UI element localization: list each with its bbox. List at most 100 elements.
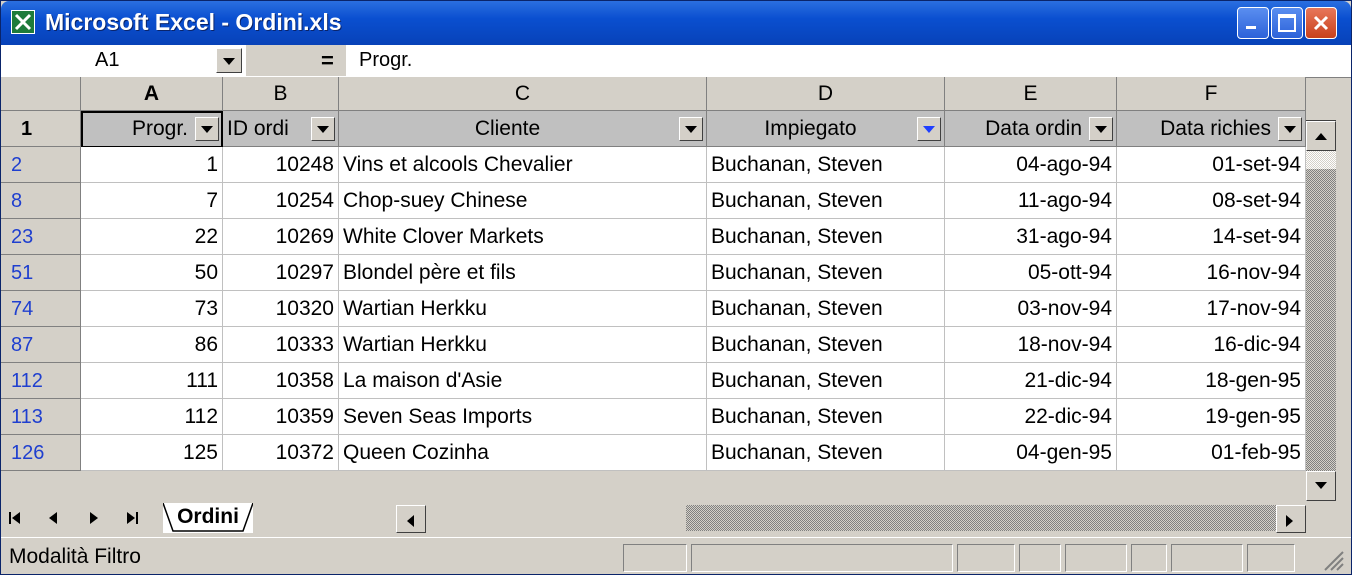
- filter-header-id[interactable]: ID ordi: [223, 111, 339, 147]
- cell-progr[interactable]: 125: [81, 435, 223, 471]
- row-header-1[interactable]: 1: [1, 111, 81, 147]
- formula-equals[interactable]: =: [321, 45, 334, 76]
- scroll-left-button[interactable]: [396, 505, 426, 533]
- cell-id-ordine[interactable]: 10297: [223, 255, 339, 291]
- cell-data-ordine[interactable]: 11-ago-94: [945, 183, 1117, 219]
- cell-data-ordine[interactable]: 31-ago-94: [945, 219, 1117, 255]
- row-header[interactable]: 113: [1, 399, 81, 435]
- cell-data-ordine[interactable]: 05-ott-94: [945, 255, 1117, 291]
- name-box-dropdown[interactable]: [216, 48, 242, 73]
- column-header-c[interactable]: C: [339, 77, 707, 111]
- cell-cliente[interactable]: Queen Cozinha: [339, 435, 707, 471]
- minimize-button[interactable]: [1237, 7, 1269, 39]
- cell-progr[interactable]: 111: [81, 363, 223, 399]
- cell-data-ordine[interactable]: 04-ago-94: [945, 147, 1117, 183]
- cell-impiegato[interactable]: Buchanan, Steven: [707, 435, 945, 471]
- row-header[interactable]: 87: [1, 327, 81, 363]
- cell-id-ordine[interactable]: 10254: [223, 183, 339, 219]
- column-header-d[interactable]: D: [707, 77, 945, 111]
- formula-input[interactable]: Progr.: [359, 45, 412, 76]
- close-button[interactable]: [1305, 7, 1337, 39]
- next-sheet-button[interactable]: [83, 505, 103, 531]
- filter-header-data-richiesta[interactable]: Data richies: [1117, 111, 1306, 147]
- filter-dropdown-id[interactable]: [311, 117, 335, 141]
- cell-data-richiesta[interactable]: 17-nov-94: [1117, 291, 1306, 327]
- split-box-vertical[interactable]: [1306, 111, 1336, 121]
- cell-progr[interactable]: 73: [81, 291, 223, 327]
- last-sheet-button[interactable]: [121, 505, 141, 531]
- cell-cliente[interactable]: Wartian Herkku: [339, 291, 707, 327]
- cell-progr[interactable]: 112: [81, 399, 223, 435]
- cell-impiegato[interactable]: Buchanan, Steven: [707, 219, 945, 255]
- cell-data-richiesta[interactable]: 08-set-94: [1117, 183, 1306, 219]
- cell-cliente[interactable]: Blondel père et fils: [339, 255, 707, 291]
- cell-id-ordine[interactable]: 10269: [223, 219, 339, 255]
- column-header-b[interactable]: B: [223, 77, 339, 111]
- scroll-down-button[interactable]: [1306, 471, 1336, 501]
- cell-id-ordine[interactable]: 10320: [223, 291, 339, 327]
- cell-impiegato[interactable]: Buchanan, Steven: [707, 291, 945, 327]
- cell-cliente[interactable]: Vins et alcools Chevalier: [339, 147, 707, 183]
- cell-cliente[interactable]: Seven Seas Imports: [339, 399, 707, 435]
- cell-data-richiesta[interactable]: 16-dic-94: [1117, 327, 1306, 363]
- cell-impiegato[interactable]: Buchanan, Steven: [707, 399, 945, 435]
- sheet-tab-ordini[interactable]: Ordini: [163, 503, 253, 533]
- vertical-scroll-track[interactable]: [1306, 169, 1336, 471]
- row-header[interactable]: 126: [1, 435, 81, 471]
- cell-data-richiesta[interactable]: 01-set-94: [1117, 147, 1306, 183]
- select-all-corner[interactable]: [1, 77, 81, 111]
- scroll-up-button[interactable]: [1306, 121, 1336, 151]
- cell-data-richiesta[interactable]: 18-gen-95: [1117, 363, 1306, 399]
- filter-dropdown-data-richiesta[interactable]: [1278, 117, 1302, 141]
- cell-id-ordine[interactable]: 10359: [223, 399, 339, 435]
- filter-header-progr[interactable]: Progr.: [81, 111, 223, 147]
- cell-progr[interactable]: 22: [81, 219, 223, 255]
- row-header[interactable]: 2: [1, 147, 81, 183]
- row-header[interactable]: 51: [1, 255, 81, 291]
- cell-data-richiesta[interactable]: 14-set-94: [1117, 219, 1306, 255]
- name-box[interactable]: A1: [1, 45, 216, 76]
- cell-progr[interactable]: 86: [81, 327, 223, 363]
- cell-progr[interactable]: 50: [81, 255, 223, 291]
- filter-header-impiegato[interactable]: Impiegato: [707, 111, 945, 147]
- resize-grip-icon[interactable]: [1319, 546, 1345, 572]
- row-header[interactable]: 112: [1, 363, 81, 399]
- row-header[interactable]: 23: [1, 219, 81, 255]
- filter-dropdown-cliente[interactable]: [679, 117, 703, 141]
- horizontal-scroll-track[interactable]: [686, 505, 1276, 531]
- maximize-button[interactable]: [1271, 7, 1303, 39]
- cell-progr[interactable]: 7: [81, 183, 223, 219]
- filter-dropdown-impiegato-active[interactable]: [917, 117, 941, 141]
- column-header-e[interactable]: E: [945, 77, 1117, 111]
- title-bar[interactable]: Microsoft Excel - Ordini.xls: [1, 1, 1351, 45]
- cell-id-ordine[interactable]: 10358: [223, 363, 339, 399]
- cell-impiegato[interactable]: Buchanan, Steven: [707, 363, 945, 399]
- cell-data-richiesta[interactable]: 01-feb-95: [1117, 435, 1306, 471]
- cell-data-richiesta[interactable]: 19-gen-95: [1117, 399, 1306, 435]
- cell-id-ordine[interactable]: 10372: [223, 435, 339, 471]
- cell-id-ordine[interactable]: 10333: [223, 327, 339, 363]
- row-header[interactable]: 8: [1, 183, 81, 219]
- cell-data-ordine[interactable]: 18-nov-94: [945, 327, 1117, 363]
- cell-impiegato[interactable]: Buchanan, Steven: [707, 147, 945, 183]
- column-header-a[interactable]: A: [81, 77, 223, 111]
- cell-id-ordine[interactable]: 10248: [223, 147, 339, 183]
- cell-data-richiesta[interactable]: 16-nov-94: [1117, 255, 1306, 291]
- cell-data-ordine[interactable]: 03-nov-94: [945, 291, 1117, 327]
- cell-cliente[interactable]: Wartian Herkku: [339, 327, 707, 363]
- scroll-right-button[interactable]: [1276, 505, 1306, 533]
- cell-impiegato[interactable]: Buchanan, Steven: [707, 255, 945, 291]
- cell-progr[interactable]: 1: [81, 147, 223, 183]
- column-header-f[interactable]: F: [1117, 77, 1306, 111]
- cell-data-ordine[interactable]: 04-gen-95: [945, 435, 1117, 471]
- filter-header-data-ordine[interactable]: Data ordin: [945, 111, 1117, 147]
- cell-data-ordine[interactable]: 22-dic-94: [945, 399, 1117, 435]
- cell-cliente[interactable]: White Clover Markets: [339, 219, 707, 255]
- cell-impiegato[interactable]: Buchanan, Steven: [707, 183, 945, 219]
- cell-cliente[interactable]: Chop-suey Chinese: [339, 183, 707, 219]
- excel-icon[interactable]: [11, 10, 35, 34]
- filter-dropdown-progr[interactable]: [195, 117, 219, 141]
- previous-sheet-button[interactable]: [43, 505, 63, 531]
- cell-data-ordine[interactable]: 21-dic-94: [945, 363, 1117, 399]
- cell-impiegato[interactable]: Buchanan, Steven: [707, 327, 945, 363]
